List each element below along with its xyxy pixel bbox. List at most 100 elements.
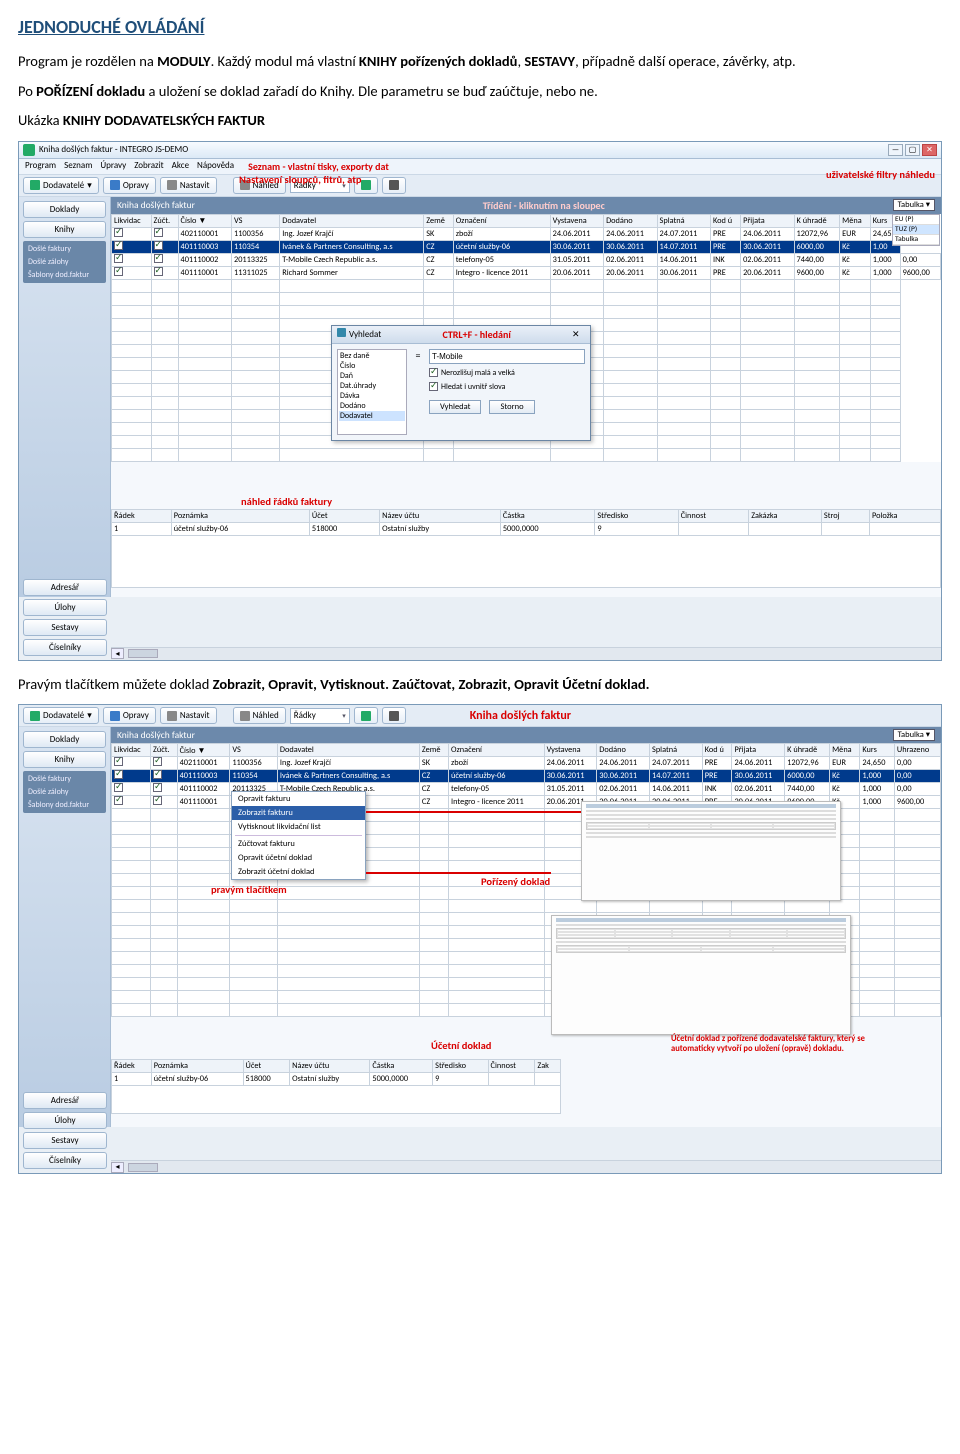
sidebar-ulohy[interactable]: Úlohy — [23, 599, 107, 616]
col-header[interactable]: Kod ú — [702, 744, 732, 757]
sidebar-knihy[interactable]: Knihy — [23, 751, 106, 768]
ctx-zobrazit-ucetni[interactable]: Zobrazit účetní doklad — [232, 865, 365, 879]
col-header[interactable]: Poznámka — [151, 1060, 243, 1073]
checkbox-icon[interactable] — [114, 254, 123, 263]
table-row[interactable]: 40111000220113325T-Mobile Czech Republic… — [112, 253, 941, 266]
checkbox-case[interactable] — [429, 368, 438, 377]
li[interactable]: Bez daně — [339, 351, 405, 361]
checkbox-icon[interactable] — [154, 241, 163, 250]
col-header[interactable]: Měna — [830, 744, 860, 757]
context-menu[interactable]: Opravit fakturu Zobrazit fakturu Vytiskn… — [231, 791, 366, 880]
module-selector[interactable]: Dodavatelé▾ — [23, 707, 99, 724]
col-header[interactable]: Vystavena — [550, 214, 603, 227]
col-header[interactable]: Číslo ▼ — [177, 744, 230, 757]
checkbox-icon[interactable] — [114, 796, 123, 805]
col-header[interactable]: Řádek — [112, 509, 172, 522]
col-header[interactable]: Název účtu — [380, 509, 501, 522]
li-selected[interactable]: Dodavatel — [339, 411, 405, 421]
table-row[interactable]: 4021100011100356Ing. Jozef KrajčíSKzboží… — [112, 227, 941, 240]
search-button[interactable]: Vyhledat — [429, 400, 481, 414]
col-header[interactable]: Částka — [500, 509, 595, 522]
table-row[interactable]: 401110003110354Ivánek & Partners Consult… — [112, 240, 941, 253]
nahled-button[interactable]: Náhled — [233, 707, 286, 724]
li[interactable]: Daň — [339, 371, 405, 381]
sidebar-sestavy[interactable]: Sestavy — [23, 1132, 107, 1149]
module-selector[interactable]: Dodavatelé▾ — [23, 177, 99, 194]
checkbox-icon[interactable] — [153, 770, 162, 779]
col-header[interactable]: Přijata — [732, 744, 785, 757]
col-header[interactable]: Zakázka — [749, 509, 822, 522]
col-header[interactable]: Země — [424, 214, 454, 227]
col-header[interactable]: Dodavatel — [277, 744, 419, 757]
col-header[interactable]: Dodavatel — [280, 214, 424, 227]
checkbox-icon[interactable] — [114, 770, 123, 779]
col-header[interactable]: Dodáno — [597, 744, 650, 757]
sidebar-sablony[interactable]: Šablony dod.faktur — [26, 269, 103, 281]
close-button[interactable]: ✕ — [922, 144, 937, 156]
col-header[interactable]: Účet — [243, 1060, 290, 1073]
sidebar-dosle-zalohy[interactable]: Došlé zálohy — [26, 786, 103, 798]
menu-program[interactable]: Program — [25, 160, 56, 173]
checkbox-icon[interactable] — [153, 783, 162, 792]
col-header[interactable]: Řádek — [112, 1060, 152, 1073]
checkbox-icon[interactable] — [114, 241, 123, 250]
filter-tuz[interactable]: TUZ (P) — [893, 225, 939, 235]
minimize-button[interactable]: — — [888, 144, 903, 156]
sidebar-knihy[interactable]: Knihy — [23, 221, 106, 238]
ctx-opravit-fakturu[interactable]: Opravit fakturu — [232, 792, 365, 806]
nastavit-button[interactable]: Nastavit — [160, 177, 217, 194]
li[interactable]: Číslo — [339, 361, 405, 371]
maximize-button[interactable]: ▢ — [905, 144, 920, 156]
col-header[interactable]: Účet — [309, 509, 379, 522]
sidebar-dosle-faktury[interactable]: Došlé faktury — [26, 773, 103, 785]
menu-napoveda[interactable]: Nápověda — [197, 160, 234, 173]
col-header[interactable]: K úhradě — [785, 744, 830, 757]
ctx-zobrazit-fakturu[interactable]: Zobrazit fakturu — [232, 806, 365, 820]
col-header[interactable]: Zak — [535, 1060, 561, 1073]
col-header[interactable]: Označení — [453, 214, 550, 227]
print-button[interactable] — [382, 707, 406, 724]
sidebar-adresar[interactable]: Adresář — [23, 579, 107, 596]
checkbox-icon[interactable] — [114, 783, 123, 792]
ctx-vytisknout[interactable]: Vytisknout likvidační list — [232, 820, 365, 834]
table-row[interactable]: 4021100011100356Ing. Jozef KrajčíSKzboží… — [112, 757, 941, 770]
col-header[interactable]: Zúčt. — [150, 744, 177, 757]
filter-list[interactable]: EU (P) TUZ (P) Tabulka — [892, 214, 940, 246]
col-header[interactable]: Činnost — [488, 1060, 535, 1073]
col-header[interactable]: Splatná — [650, 744, 703, 757]
sidebar-adresar[interactable]: Adresář — [23, 1092, 107, 1109]
col-header[interactable]: Kod ú — [710, 214, 740, 227]
opravy-button[interactable]: Opravy — [103, 707, 156, 724]
checkbox-icon[interactable] — [114, 267, 123, 276]
table-row[interactable]: 401110003110354Ivánek & Partners Consult… — [112, 770, 941, 783]
menu-akce[interactable]: Akce — [172, 160, 189, 173]
col-header[interactable]: Položka — [869, 509, 940, 522]
tabulka-dropdown[interactable]: Tabulka ▾ — [893, 729, 935, 741]
cancel-button[interactable]: Storno — [489, 400, 534, 414]
col-header[interactable]: Přijata — [741, 214, 794, 227]
col-header[interactable]: Poznámka — [171, 509, 309, 522]
col-header[interactable]: Označení — [449, 744, 545, 757]
scroll-thumb[interactable] — [128, 649, 158, 658]
checkbox-icon[interactable] — [154, 267, 163, 276]
checkbox-icon[interactable] — [114, 228, 123, 237]
scroll-thumb[interactable] — [128, 1163, 158, 1172]
col-header[interactable]: Středisko — [595, 509, 678, 522]
view-dropdown[interactable]: Řádky▾ — [290, 708, 350, 724]
sidebar-dosle-faktury[interactable]: Došlé faktury — [26, 243, 103, 255]
scroll-left[interactable]: ◂ — [111, 648, 124, 659]
col-header[interactable]: Uhrazeno — [894, 744, 940, 757]
col-header[interactable]: Dodáno — [604, 214, 657, 227]
col-header[interactable]: Částka — [370, 1060, 433, 1073]
sidebar-sablony[interactable]: Šablony dod.faktur — [26, 799, 103, 811]
sidebar-ciselniky[interactable]: Číselníky — [23, 1152, 107, 1169]
col-header[interactable]: VS — [230, 744, 278, 757]
checkbox-icon[interactable] — [153, 757, 162, 766]
col-header[interactable]: Středisko — [433, 1060, 488, 1073]
col-header[interactable]: Číslo ▼ — [178, 214, 231, 227]
opravy-button[interactable]: Opravy — [103, 177, 156, 194]
checkbox-icon[interactable] — [154, 228, 163, 237]
col-header[interactable]: Země — [419, 744, 448, 757]
col-header[interactable]: Zúčt. — [151, 214, 178, 227]
li[interactable]: Dávka — [339, 391, 405, 401]
